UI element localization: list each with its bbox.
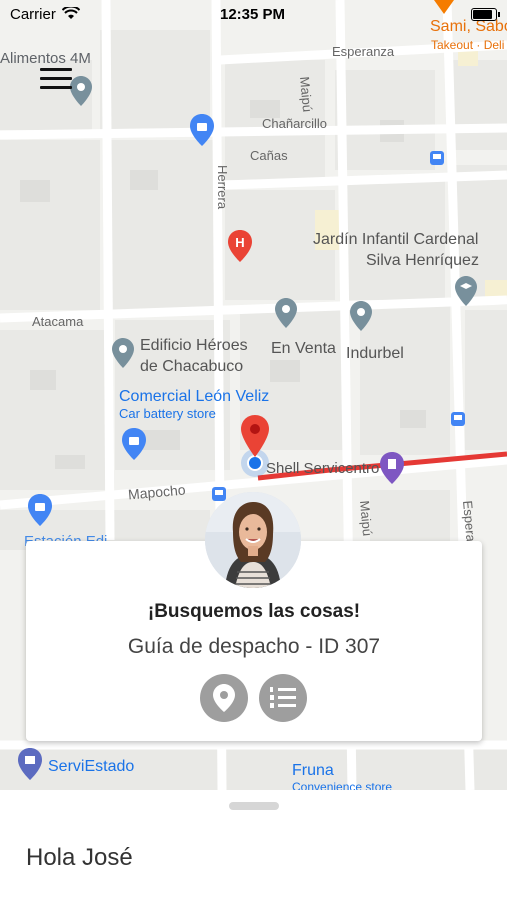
street-label: Chañarcillo: [262, 116, 328, 131]
person-photo: [205, 492, 301, 588]
place-label[interactable]: Comercial León Veliz: [119, 386, 269, 407]
street-label: Maipú: [357, 500, 376, 537]
street-label: Herrera: [215, 165, 230, 210]
street-label: Atacama: [32, 314, 84, 329]
place-label[interactable]: Silva Henríquez: [366, 250, 479, 271]
sheet-drag-handle[interactable]: [229, 802, 279, 810]
bus-stop-icon[interactable]: [451, 412, 465, 426]
street-label: Maipú: [297, 76, 316, 113]
numbered-list-icon: [270, 687, 296, 708]
poi-pin-icon[interactable]: [112, 338, 134, 368]
hospital-pin-icon[interactable]: H: [228, 230, 252, 262]
place-label[interactable]: Indurbel: [346, 343, 404, 364]
school-pin-icon[interactable]: [455, 276, 477, 306]
wifi-icon: [62, 7, 80, 19]
clock: 12:35 PM: [220, 6, 286, 23]
bus-stop-icon[interactable]: [212, 487, 226, 501]
place-label[interactable]: Jardín Infantil Cardenal: [313, 229, 478, 250]
card-title: ¡Busquemos las cosas!: [147, 601, 361, 622]
store-pin-icon[interactable]: [18, 748, 42, 780]
task-list-button[interactable]: [259, 674, 307, 722]
place-label[interactable]: Shell Servicentro: [266, 460, 379, 477]
place-label[interactable]: En Venta: [271, 338, 336, 359]
place-label[interactable]: ServiEstado: [48, 756, 134, 777]
shopping-pin-icon[interactable]: [190, 114, 214, 146]
card-subtitle: Guía de despacho - ID 307: [127, 635, 381, 658]
shopping-pin-icon[interactable]: [122, 428, 146, 460]
status-bar: Carrier 12:35 PM: [0, 0, 507, 28]
bottom-sheet[interactable]: Hola José: [0, 790, 507, 900]
hamburger-menu-button[interactable]: [40, 68, 72, 94]
place-sublabel: Takeout · Deli: [431, 38, 505, 52]
poi-pin-icon[interactable]: [70, 76, 92, 106]
location-pin-icon: [213, 684, 235, 712]
gas-station-pin-icon[interactable]: [380, 452, 404, 484]
hamburger-icon: [40, 68, 72, 71]
place-label[interactable]: Alimentos 4M: [0, 50, 91, 67]
place-sublabel: Convenience store: [292, 780, 393, 790]
destination-marker-icon[interactable]: [241, 415, 269, 457]
greeting-text: Hola José: [26, 844, 133, 871]
location-button[interactable]: [200, 674, 248, 722]
shopping-pin-icon[interactable]: [28, 494, 52, 526]
carrier-label: Carrier: [10, 6, 56, 23]
place-label[interactable]: de Chacabuco: [140, 356, 243, 377]
place-label[interactable]: Edificio Héroes: [140, 335, 248, 356]
poi-pin-icon[interactable]: [275, 298, 297, 328]
place-sublabel: Car battery store: [119, 406, 216, 421]
bus-stop-icon[interactable]: [430, 151, 444, 165]
avatar: [205, 492, 301, 588]
place-label[interactable]: Fruna: [292, 760, 334, 781]
battery-icon: [471, 8, 500, 21]
street-label: Cañas: [250, 148, 288, 163]
poi-pin-icon[interactable]: [350, 301, 372, 331]
street-label: Esperanza: [332, 44, 395, 59]
svg-text:H: H: [235, 235, 244, 250]
